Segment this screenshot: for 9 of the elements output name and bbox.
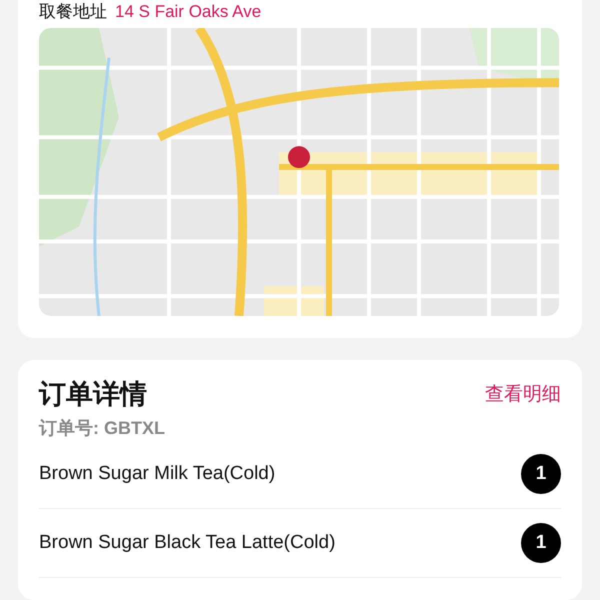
view-details-link[interactable]: 查看明细 bbox=[485, 381, 561, 407]
quantity-badge: 1 bbox=[521, 454, 561, 494]
order-title: 订单详情 bbox=[39, 378, 147, 411]
item-name: Brown Sugar Milk Tea(Cold) bbox=[39, 463, 276, 485]
pickup-address: 14 S Fair Oaks Ave bbox=[115, 2, 262, 22]
pickup-label: 取餐地址 bbox=[39, 2, 107, 22]
order-number: 订单号: GBTXL bbox=[39, 417, 166, 440]
quantity-badge: 1 bbox=[521, 523, 561, 563]
item-name: Brown Sugar Black Tea Latte(Cold) bbox=[39, 532, 336, 554]
